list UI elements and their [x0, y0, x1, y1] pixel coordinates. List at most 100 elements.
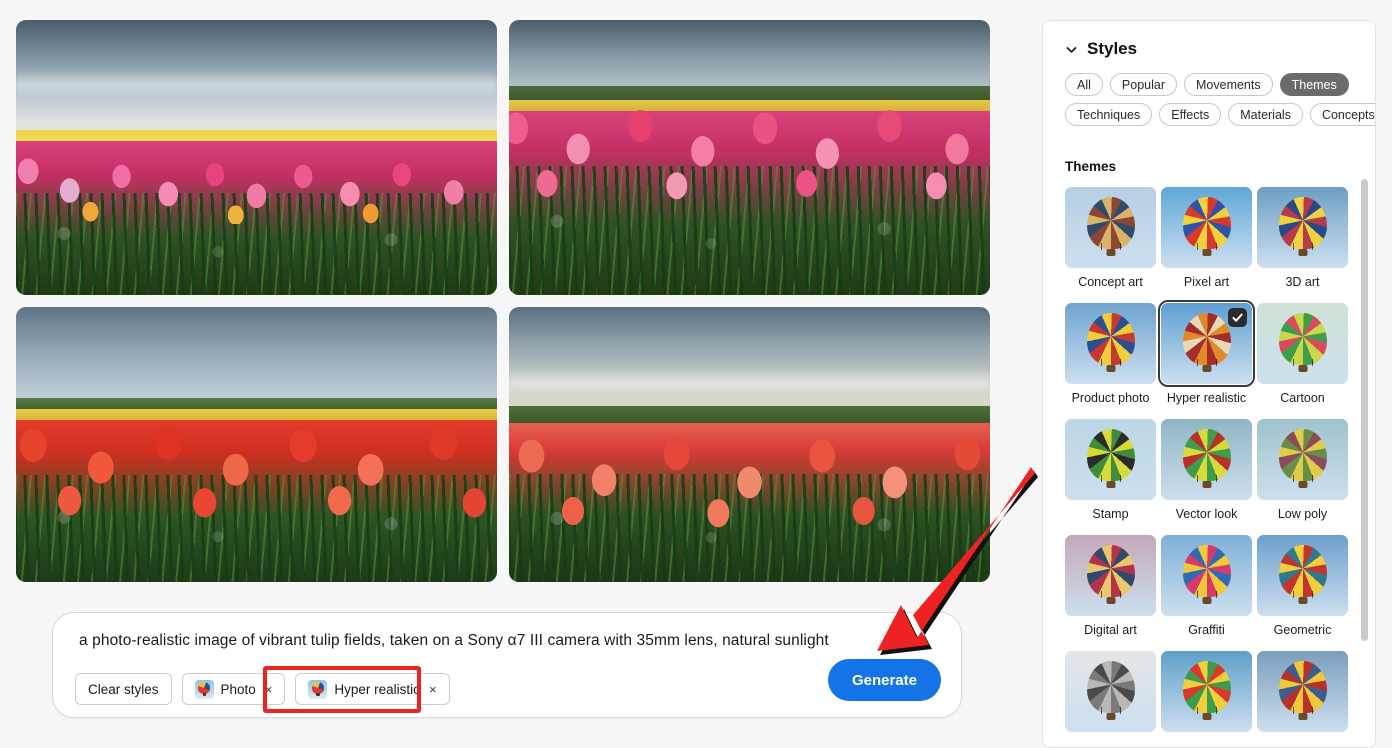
- filter-movements[interactable]: Movements: [1184, 73, 1273, 96]
- styles-section-label: Themes: [1065, 159, 1117, 174]
- remove-style-chip-hyper-realistic-icon[interactable]: ×: [429, 682, 437, 697]
- styles-panel-title: Styles: [1087, 39, 1138, 58]
- style-card-cartoon[interactable]: Cartoon: [1257, 303, 1348, 405]
- style-card-label: Digital art: [1084, 623, 1137, 637]
- style-card-label: Concept art: [1078, 275, 1143, 289]
- balloon-basket: [1106, 249, 1115, 256]
- style-card-label: Hyper realistic: [1166, 391, 1247, 405]
- hot-air-balloon-icon: [1278, 429, 1327, 481]
- style-card-label: Stamp: [1092, 507, 1129, 521]
- style-thumbnail-image: [1158, 300, 1255, 387]
- style-filter-row-2: Techniques Effects Materials Concepts: [1065, 103, 1375, 126]
- balloon-basket: [1106, 597, 1115, 604]
- style-thumbnail-image: [1257, 303, 1348, 384]
- style-card-concept-art[interactable]: Concept art: [1065, 187, 1156, 289]
- generate-button[interactable]: Generate: [827, 659, 941, 701]
- style-chip-hyper-realistic[interactable]: Hyper realistic ×: [295, 673, 450, 705]
- style-chip-row: Clear styles Photo × Hyper realistic ×: [75, 673, 450, 705]
- image-blooms: [509, 422, 990, 533]
- style-selected-checkbox[interactable]: [1228, 308, 1247, 327]
- balloon-basket: [1202, 365, 1211, 372]
- style-card-3d-art[interactable]: 3D art: [1257, 187, 1348, 289]
- app-root: a photo-realistic image of vibrant tulip…: [0, 0, 1392, 748]
- balloon-basket: [1202, 249, 1211, 256]
- style-card-vector-look[interactable]: Vector look: [1161, 419, 1252, 521]
- style-card-low-poly[interactable]: Low poly: [1257, 419, 1348, 521]
- hot-air-balloon-icon: [1086, 197, 1135, 249]
- style-card-geometric[interactable]: Geometric: [1257, 535, 1348, 637]
- generated-image-grid: [16, 20, 990, 582]
- generated-image-3[interactable]: [16, 307, 497, 582]
- styles-panel: Styles All Popular Movements Themes Tech…: [1042, 20, 1376, 748]
- hot-air-balloon-icon: [1182, 197, 1231, 249]
- generated-image-2[interactable]: [509, 20, 990, 295]
- style-card-label: Product photo: [1071, 391, 1150, 405]
- filter-effects[interactable]: Effects: [1159, 103, 1222, 126]
- generated-image-1[interactable]: [16, 20, 497, 295]
- style-card-row5-14[interactable]: [1257, 651, 1348, 739]
- styles-panel-scrollbar-thumb[interactable]: [1361, 179, 1368, 641]
- balloon-basket: [1106, 365, 1115, 372]
- style-card-label: Geometric: [1273, 623, 1332, 637]
- style-thumbnail-image: [1065, 535, 1156, 616]
- image-blooms: [16, 417, 497, 527]
- filter-themes[interactable]: Themes: [1279, 73, 1349, 96]
- style-filter-group: All Popular Movements Themes Techniques …: [1065, 73, 1375, 133]
- style-chip-hyper-realistic-label: Hyper realistic: [334, 681, 420, 697]
- balloon-thumbnail-icon: [194, 679, 214, 699]
- chevron-down-icon[interactable]: [1065, 43, 1078, 56]
- prompt-input[interactable]: a photo-realistic image of vibrant tulip…: [79, 632, 829, 650]
- balloon-basket: [1202, 597, 1211, 604]
- style-card-label: 3D art: [1285, 275, 1320, 289]
- style-card-row5-13[interactable]: [1161, 651, 1252, 739]
- balloon-basket: [1298, 249, 1307, 256]
- style-card-pixel-art[interactable]: Pixel art: [1161, 187, 1252, 289]
- hot-air-balloon-icon: [1278, 661, 1327, 713]
- styles-panel-header[interactable]: Styles: [1065, 39, 1137, 59]
- style-card-label: Graffiti: [1188, 623, 1225, 637]
- style-thumbnail-image: [1161, 187, 1252, 268]
- style-filter-row-1: All Popular Movements Themes: [1065, 73, 1365, 96]
- hot-air-balloon-icon: [1182, 313, 1231, 365]
- style-thumbnail-image: [1065, 303, 1156, 384]
- style-thumbnail-image: [1161, 651, 1252, 732]
- hot-air-balloon-icon: [1278, 197, 1327, 249]
- style-thumbnail-image: [1065, 651, 1156, 732]
- style-card-product-photo[interactable]: Product photo: [1065, 303, 1156, 405]
- filter-popular[interactable]: Popular: [1109, 73, 1177, 96]
- style-thumbnail-image: [1161, 419, 1252, 500]
- style-thumbnail-image: [1065, 419, 1156, 500]
- style-card-row5-12[interactable]: [1065, 651, 1156, 739]
- style-card-label: Cartoon: [1280, 391, 1325, 405]
- hot-air-balloon-icon: [1086, 545, 1135, 597]
- remove-style-chip-photo-icon[interactable]: ×: [265, 682, 273, 697]
- hot-air-balloon-icon: [1182, 545, 1231, 597]
- style-thumbnail-image: [1065, 187, 1156, 268]
- style-thumbnail-image: [1257, 187, 1348, 268]
- balloon-basket: [1298, 365, 1307, 372]
- style-chip-photo[interactable]: Photo ×: [181, 673, 286, 705]
- style-card-label: Vector look: [1175, 507, 1238, 521]
- style-thumbnail-image: [1257, 419, 1348, 500]
- hot-air-balloon-icon: [1182, 661, 1231, 713]
- hot-air-balloon-icon: [1086, 661, 1135, 713]
- hot-air-balloon-icon: [1086, 429, 1135, 481]
- style-card-graffiti[interactable]: Graffiti: [1161, 535, 1252, 637]
- style-card-stamp[interactable]: Stamp: [1065, 419, 1156, 521]
- clear-styles-button[interactable]: Clear styles: [75, 673, 172, 705]
- balloon-thumbnail-icon: [308, 679, 328, 699]
- style-card-hyper-realistic[interactable]: Hyper realistic: [1158, 300, 1255, 405]
- image-blooms: [509, 102, 990, 218]
- image-blooms: [16, 135, 497, 224]
- hot-air-balloon-icon: [1086, 313, 1135, 365]
- styles-panel-scrollbar-track[interactable]: [1360, 23, 1372, 747]
- style-card-digital-art[interactable]: Digital art: [1065, 535, 1156, 637]
- style-thumbnail-image: [1257, 651, 1348, 732]
- filter-techniques[interactable]: Techniques: [1065, 103, 1153, 126]
- generated-image-4[interactable]: [509, 307, 990, 582]
- balloon-basket: [1106, 713, 1115, 720]
- style-card-label: Pixel art: [1183, 275, 1230, 289]
- filter-all[interactable]: All: [1065, 73, 1103, 96]
- style-thumbnail-image: [1161, 535, 1252, 616]
- filter-materials[interactable]: Materials: [1228, 103, 1303, 126]
